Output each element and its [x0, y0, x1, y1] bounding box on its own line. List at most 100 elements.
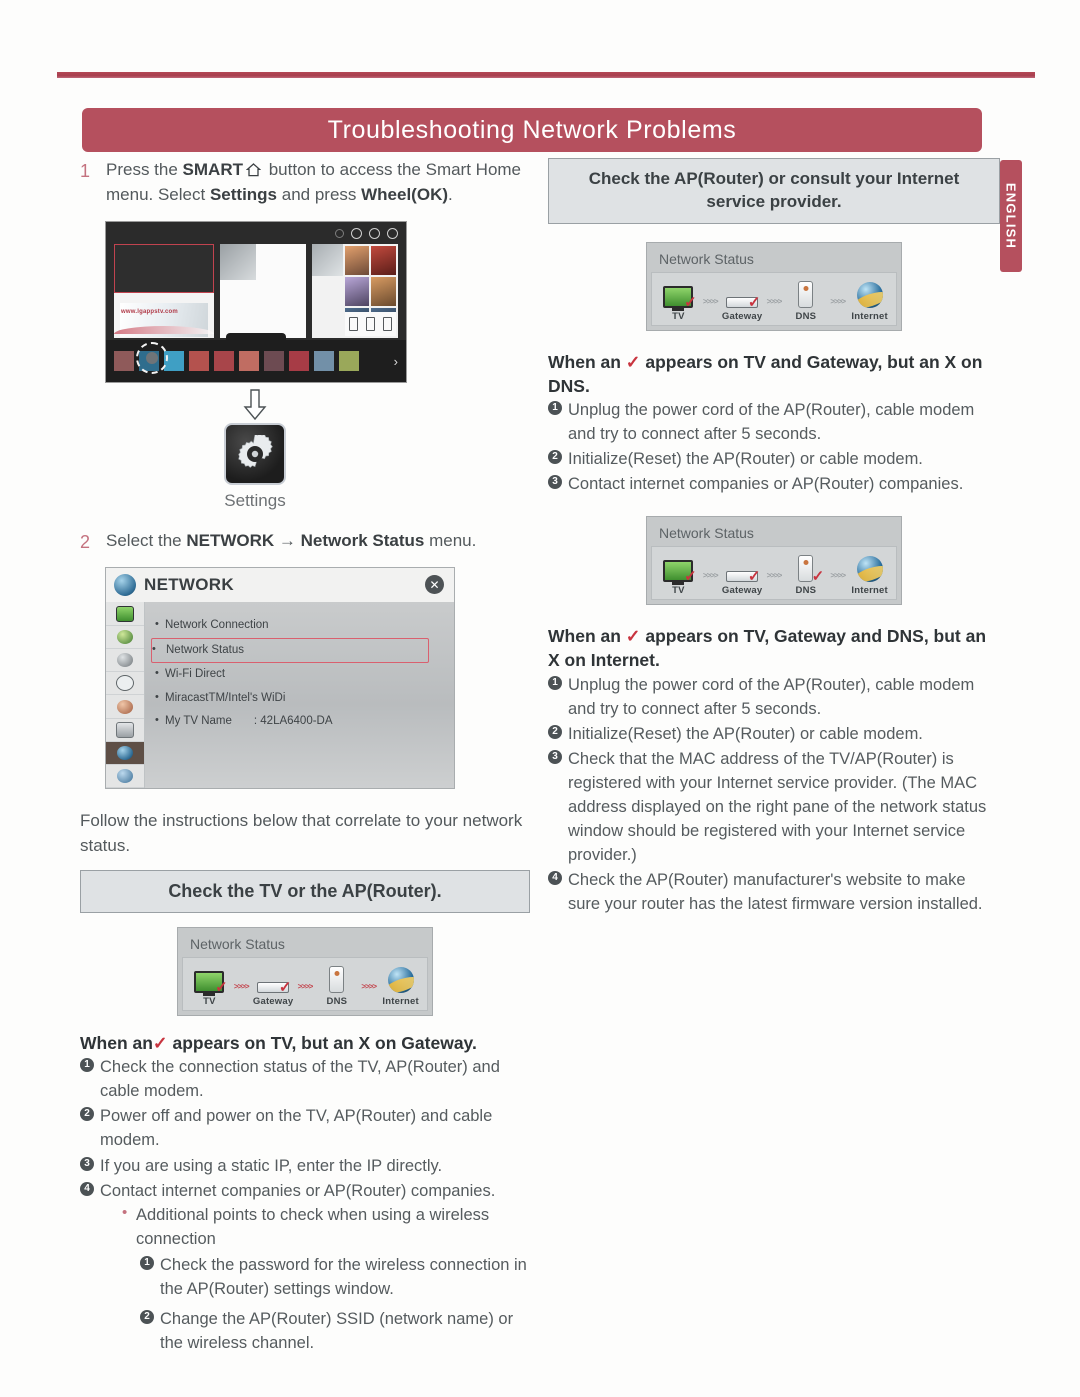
phone-icon: [348, 317, 358, 332]
status-node-label: Gateway: [252, 995, 294, 1007]
dns-icon: ✓: [786, 552, 827, 586]
dock-app-icon: [314, 351, 334, 372]
status-node-internet: Internet: [849, 278, 890, 322]
topbar-icon-3: [369, 228, 380, 240]
list-item: 2 Initialize(Reset) the AP(Router) or cab…: [548, 722, 1000, 746]
sidebar-item-lock[interactable]: [106, 695, 144, 719]
status-node-label: Internet: [851, 310, 888, 322]
dock-app-icon: [239, 351, 259, 372]
network-menu-title: NETWORK: [144, 575, 234, 595]
link-arrows: >>>>: [830, 571, 846, 581]
status-node-label: TV: [672, 585, 685, 597]
sidebar-item-time[interactable]: [106, 672, 144, 696]
status-node-label: Gateway: [721, 585, 763, 597]
tv-card-apps: [219, 244, 306, 339]
step-2: 2 Select the NETWORK → Network Status me…: [80, 529, 530, 555]
tv-card-live-ad: www.lgappstv.com: [114, 293, 214, 339]
status-node-internet: Internet: [849, 552, 890, 596]
step-2-bold-netstatus: Network Status: [300, 531, 425, 551]
list-text: Check the password for the wireless conn…: [160, 1255, 527, 1298]
status-node-label: TV: [672, 310, 685, 322]
tv-icon: ✓: [658, 278, 699, 310]
link-tv-gateway: >>>>: [699, 571, 722, 596]
sidebar-item-network[interactable]: [106, 741, 144, 766]
flow-arrow: [105, 389, 405, 421]
network-menu-list: Network Connection Network Status Wi-Fi …: [145, 602, 454, 789]
list-text: If you are using a static IP, enter the …: [100, 1156, 443, 1175]
sidebar-item-support[interactable]: [106, 765, 144, 789]
subhead-post: appears on TV, but an X on Gateway.: [172, 1032, 477, 1053]
network-menu-rail: [106, 602, 145, 789]
follow-instructions-text: Follow the instructions below that corre…: [80, 811, 523, 855]
tv-card-live: www.lgappstv.com: [114, 244, 214, 339]
menu-item-wifi-direct[interactable]: Wi-Fi Direct: [155, 663, 454, 687]
internet-icon: [849, 278, 890, 308]
list-item: 3 If you are using a static IP, enter the…: [80, 1154, 530, 1178]
list-text: Power off and power on the TV, AP(Router…: [100, 1107, 493, 1150]
step-2-text: Select the NETWORK → Network Status menu…: [106, 529, 476, 555]
list-text: Check the connection status of the TV, A…: [100, 1058, 500, 1101]
step-1-text-c: and press: [277, 184, 362, 204]
status-node-label: TV: [203, 995, 216, 1007]
network-status-title: Network Status: [190, 935, 285, 952]
list-number: 2: [80, 1107, 94, 1122]
wireless-sub-list: Additional points to check when using a …: [100, 1202, 530, 1355]
menu-item-network-connection[interactable]: Network Connection: [155, 614, 454, 638]
tv-topbar-icons: [335, 228, 398, 240]
subhead-pre: When an: [548, 626, 621, 647]
tv-media-thumb: [344, 246, 370, 275]
tv-card-media: [311, 244, 399, 339]
list-number: 1: [548, 675, 562, 690]
dock-app-icon: [189, 351, 209, 372]
menu-item-label: Network Status: [166, 643, 244, 656]
check-mark: ✓: [811, 568, 825, 586]
sidebar-item-option[interactable]: [106, 719, 144, 742]
step-1-text-d: .: [448, 184, 453, 204]
tv-media-thumb: [344, 276, 370, 306]
menu-item-my-tv-name[interactable]: My TV Name: 42LA6400-DA: [155, 710, 454, 734]
step-1-bold-settings: Settings: [209, 184, 278, 204]
tv-apps-pane: [219, 244, 306, 339]
sidebar-item-channel[interactable]: [106, 649, 144, 673]
list-number: 2: [548, 450, 562, 465]
network-status-widget-1-wrap: Network Status ✓ TV >>>> ✓ Gateway >>>> …: [548, 241, 1000, 331]
status-node-dns: DNS: [317, 963, 358, 1007]
tv-dock-notch: [226, 333, 286, 341]
step-2-number: 2: [80, 532, 91, 553]
close-icon: [387, 228, 398, 240]
network-globe-icon: [114, 574, 136, 597]
list-item: 2 Initialize(Reset) the AP(Router) or cab…: [548, 447, 1000, 471]
step-2-text-a: Select the: [106, 531, 187, 551]
dock-app-icon: [114, 351, 134, 372]
sub-note: Additional points to check when using a …: [122, 1202, 530, 1251]
topbar-icon-1: [335, 229, 344, 239]
support-icon: [117, 769, 133, 784]
status-node-tv: ✓ TV: [658, 278, 699, 322]
close-icon[interactable]: ✕: [425, 575, 444, 595]
gateway-fix-list: 1 Check the connection status of the TV, …: [80, 1055, 530, 1355]
check-tv-heading: Check the TV or the AP(Router).: [80, 869, 530, 913]
tv-icon: ✓: [189, 963, 230, 995]
home-icon: [246, 163, 261, 177]
network-status-widget-2-wrap: Network Status ✓ TV >>>> ✓ Gateway >>>> …: [548, 516, 1000, 606]
topbar-icon-2: [351, 228, 362, 240]
tv-media-strip: [311, 244, 343, 277]
list-number: 2: [140, 1310, 154, 1325]
sidebar-item-picture[interactable]: [106, 602, 144, 626]
tv-media-thumb: [371, 276, 397, 306]
sidebar-item-sound[interactable]: [106, 626, 144, 649]
smart-home-screenshot: www.lgappstv.com ›: [105, 221, 407, 384]
menu-item-label: Wi-Fi Direct: [165, 668, 226, 681]
list-text: Contact internet companies or AP(Router)…: [568, 475, 964, 494]
list-item: 2 Power off and power on the TV, AP(Route…: [80, 1104, 530, 1152]
menu-item-network-status[interactable]: Network Status: [151, 637, 429, 664]
settings-icon-block: Settings: [105, 423, 405, 511]
list-item: 4 Check the AP(Router) manufacturer's web…: [548, 868, 1000, 916]
page-title: Troubleshooting Network Problems: [327, 115, 737, 144]
link-arrows: >>>>: [766, 296, 783, 306]
list-text: Check the AP(Router) manufacturer's webs…: [568, 871, 983, 914]
menu-item-miracast[interactable]: MiracastTM/Intel's WiDi: [155, 687, 454, 711]
dns-icon: [786, 278, 827, 308]
step-1-bold-smart: SMART: [182, 160, 243, 179]
page-banner: Troubleshooting Network Problems: [82, 108, 982, 152]
